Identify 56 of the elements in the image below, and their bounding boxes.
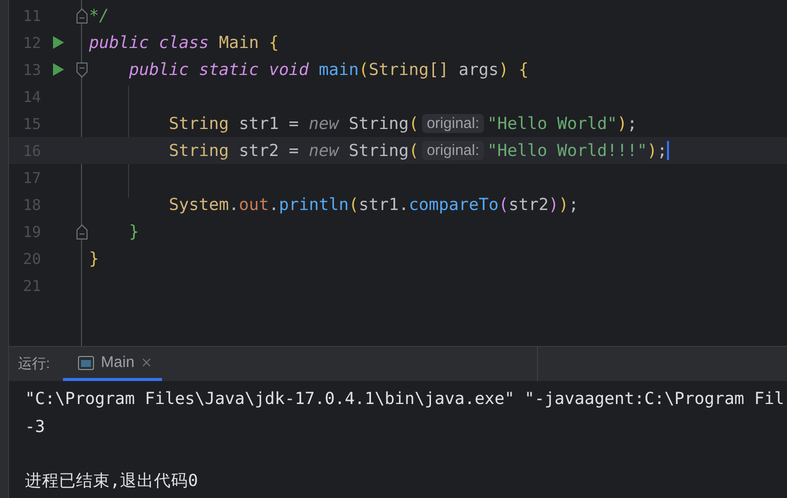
bracket: ) (558, 195, 569, 214)
code-text: String (348, 114, 409, 133)
type-name: String (168, 114, 230, 133)
bracket: { (268, 33, 279, 52)
text-caret (667, 141, 670, 160)
parameter-hint: original: (422, 114, 484, 133)
fold-icon[interactable] (76, 62, 88, 78)
code-text: args (458, 60, 499, 79)
bracket: ( (358, 60, 369, 79)
code-text: . (228, 195, 239, 214)
keyword: new (308, 141, 340, 160)
type-name: String (168, 141, 230, 160)
parameter-hint: original: (422, 141, 484, 160)
keyword: public class (89, 33, 210, 52)
close-icon[interactable] (142, 358, 150, 367)
keyword: new (308, 114, 340, 133)
bracket: ) { (498, 60, 529, 79)
code-text: . (268, 195, 279, 214)
bracket: ( (408, 114, 419, 133)
panel-label: 运行: (17, 354, 51, 373)
code-text: str2 = (238, 141, 300, 160)
fold-icon[interactable] (76, 224, 88, 240)
console-output: "C:\Program Files\Java\jdk-17.0.4.1\bin\java.exe" "-javaagent:C:\Program Fil (25, 389, 784, 408)
code-text: str1. (358, 195, 409, 214)
bracket: ( (498, 195, 509, 214)
bracket: } (128, 222, 139, 241)
bracket: ) (647, 141, 658, 160)
bracket: ) (548, 195, 559, 214)
console-output: 进程已结束,退出代码0 (25, 470, 198, 492)
method-name: compareTo (408, 195, 499, 214)
keyword: public static void (128, 60, 310, 79)
code-text: str2 (508, 195, 549, 214)
code-text: String (348, 141, 409, 160)
run-icon[interactable] (52, 63, 64, 76)
string-literal: "Hello World!!!" (487, 141, 648, 160)
comment: */ (89, 6, 109, 25)
string-literal: "Hello World" (487, 114, 618, 133)
code-text: ; (657, 141, 668, 160)
bracket: ) (617, 114, 628, 133)
type-name: String[] (368, 60, 450, 79)
fold-icon[interactable] (76, 8, 88, 24)
method-name: main (318, 60, 359, 79)
run-icon[interactable] (52, 36, 64, 49)
run-tab[interactable]: Main (62, 347, 162, 381)
console-output: -3 (25, 416, 45, 436)
bracket: ( (348, 195, 359, 214)
type-name: System (168, 195, 229, 214)
method-name: println (278, 195, 349, 214)
code-text: ; (627, 114, 638, 133)
bracket: } (89, 249, 99, 268)
field-name: out (238, 195, 269, 214)
window-icon (78, 356, 94, 370)
code-text: str1 = (238, 114, 300, 133)
type-name: Main (218, 33, 260, 52)
bracket: ( (408, 141, 419, 160)
code-text: ; (568, 195, 579, 214)
